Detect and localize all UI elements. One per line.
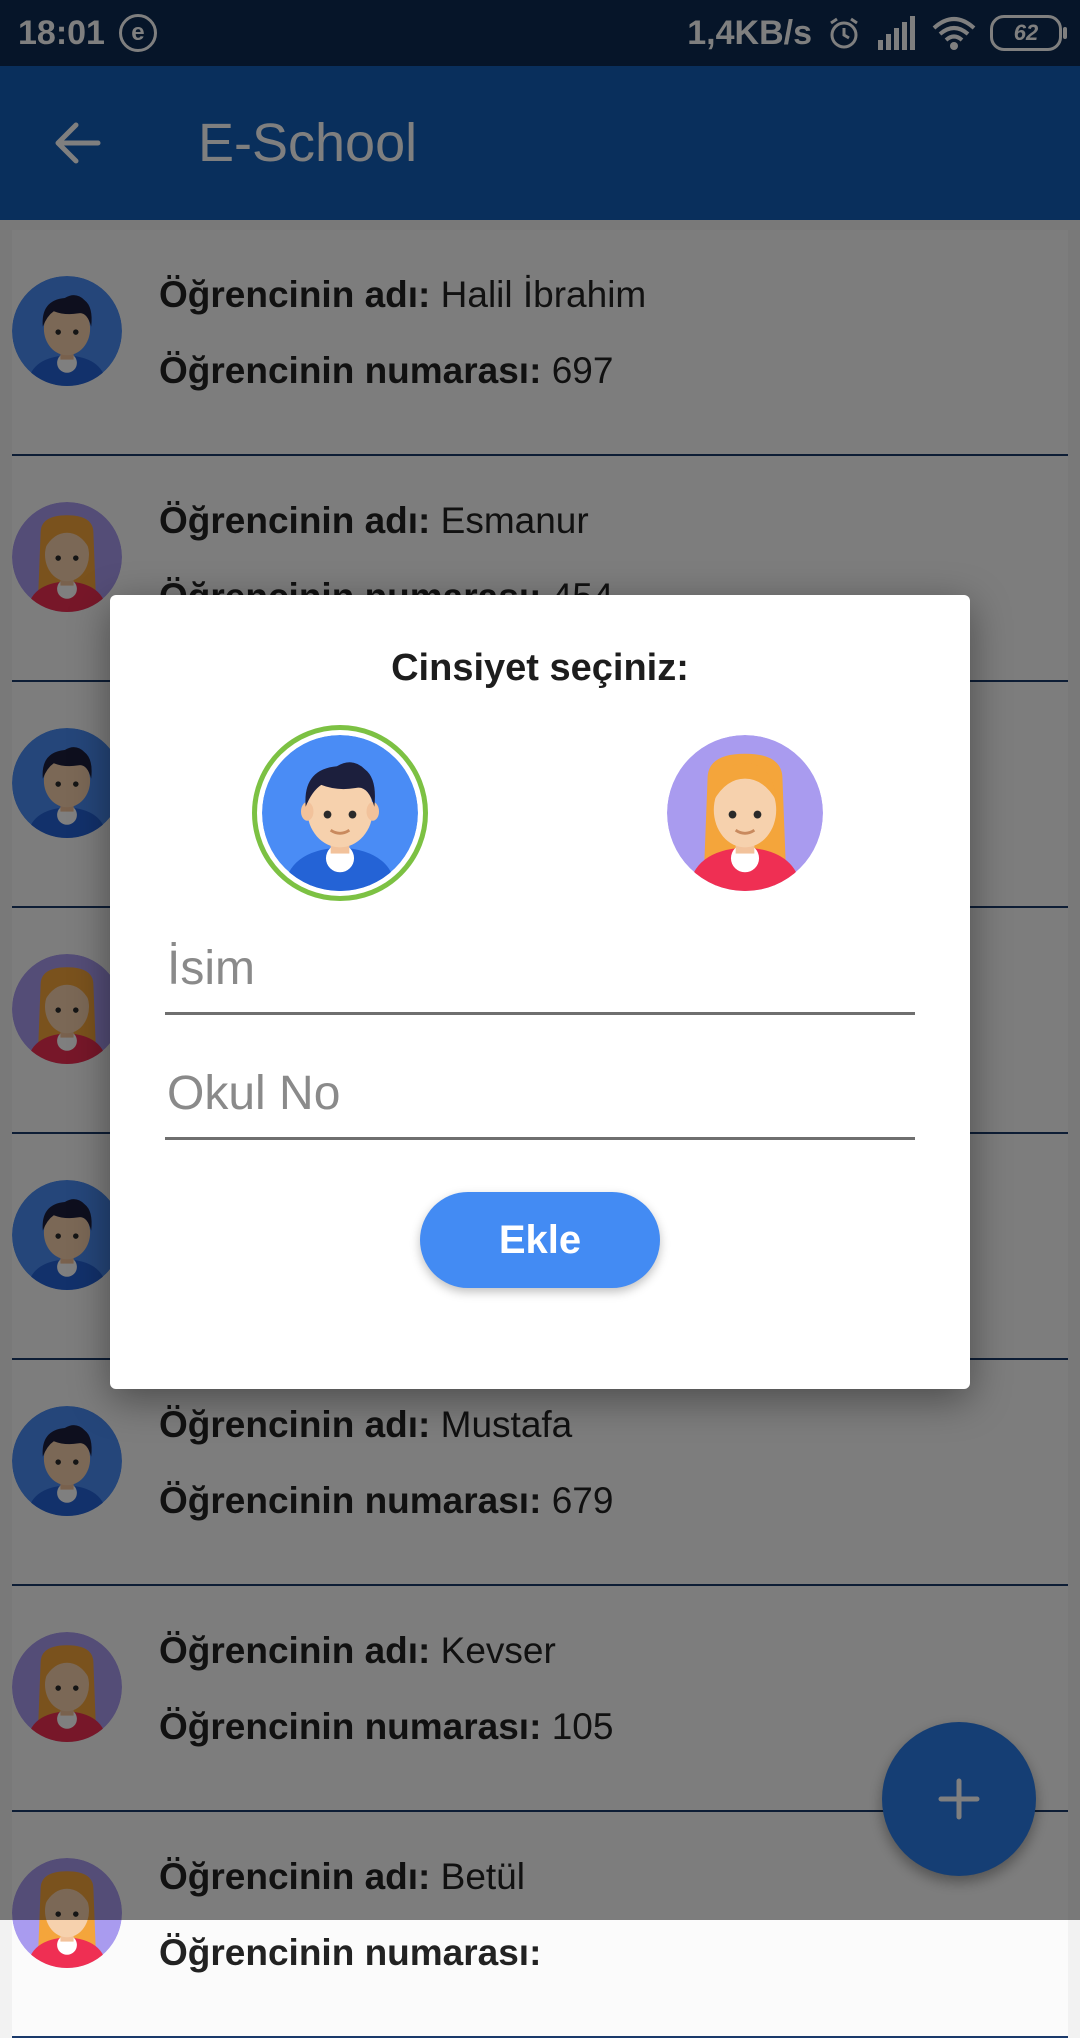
boy-avatar-icon [262,735,418,891]
student-number-line: Öğrencinin numarası: [159,1932,541,1974]
add-button[interactable]: Ekle [420,1192,660,1288]
girl-avatar-icon [667,735,823,891]
school-number-input[interactable] [165,1050,915,1140]
male-gender-option[interactable] [252,725,428,901]
name-input[interactable] [165,925,915,1015]
dialog-title: Cinsiyet seçiniz: [391,647,689,689]
student-number-label: Öğrencinin numarası: [159,1932,542,1973]
female-gender-option[interactable] [657,725,833,901]
add-student-dialog: Cinsiyet seçiniz: İsim Okul No Ekle [110,595,970,1389]
